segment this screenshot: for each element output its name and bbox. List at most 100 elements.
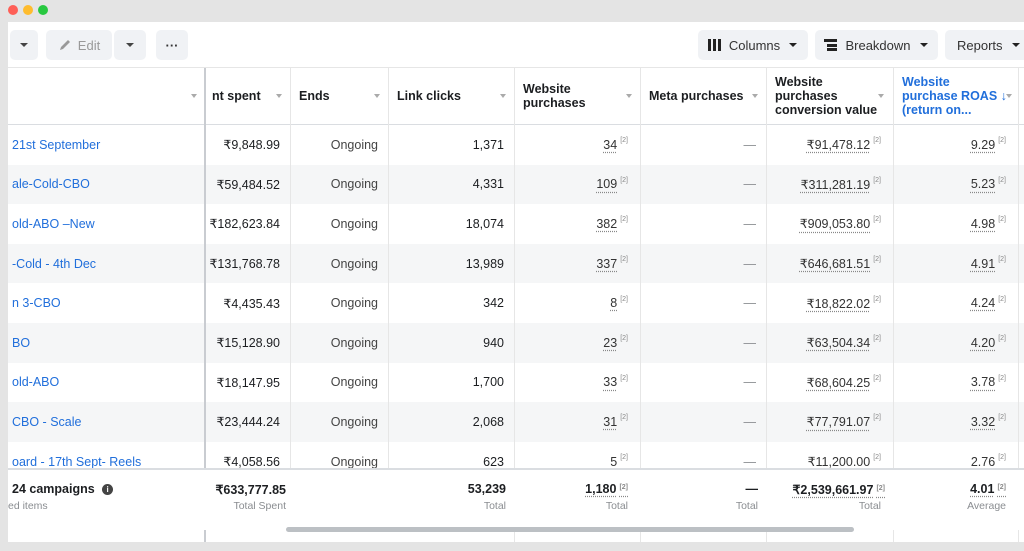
cell-value[interactable]: ₹909,053.80 [2]: [766, 204, 893, 244]
cell-purchases[interactable]: 337 [2]: [514, 244, 640, 284]
cell-purchases[interactable]: 8 [2]: [514, 283, 640, 323]
table-row[interactable]: 21st September ₹9,848.99 Ongoing 1,371 34 [2]…: [8, 125, 1024, 165]
sort-icon[interactable]: [878, 94, 884, 98]
cell-spent: ₹131,768.78: [206, 244, 290, 284]
cell-roas[interactable]: 4.91 [2]: [893, 244, 1018, 284]
sort-icon[interactable]: [500, 94, 506, 98]
totals-value-text: ₹2,539,661.97: [792, 483, 874, 497]
cell-value[interactable]: ₹646,681.51 [2]: [766, 244, 893, 284]
info-icon[interactable]: i: [102, 484, 114, 495]
totals-campaigns-text: 24 campaigns: [12, 482, 95, 496]
cell-clicks: 18,074: [388, 204, 514, 244]
attribution-marker: [2]: [620, 454, 628, 462]
sort-icon[interactable]: [626, 94, 632, 98]
header-website-purchases[interactable]: Website purchases: [515, 68, 640, 124]
cell-roas[interactable]: 4.24 [2]: [893, 283, 1018, 323]
header-conversion-value[interactable]: Website purchases conversion value: [767, 68, 893, 124]
cell-roas[interactable]: 3.78 [2]: [893, 363, 1018, 403]
cell-meta: —: [640, 125, 766, 165]
attribution-marker: [2]: [998, 216, 1006, 224]
dropdown-button[interactable]: [10, 30, 38, 60]
cell-purchases[interactable]: 23 [2]: [514, 323, 640, 363]
cell-name[interactable]: old-ABO –New: [8, 204, 204, 244]
cell-value-text: ₹909,053.80: [799, 217, 871, 232]
cell-roas-text: 4.24: [970, 296, 996, 311]
cell-meta: —: [640, 165, 766, 205]
header-conversion-value-line3: conversion value: [775, 103, 878, 117]
table-header: nt spent Ends Link clicks Website purcha…: [8, 68, 1024, 125]
cell-spent-text: ₹9,848.99: [223, 138, 280, 153]
table-row[interactable]: -Cold - 4th Dec ₹131,768.78 Ongoing 13,989 3…: [8, 243, 1024, 284]
totals-purchases-sublabel: Total: [605, 500, 628, 512]
cell-clicks-text: 623: [483, 454, 504, 469]
totals-purchases-value[interactable]: 1,180 [2]: [585, 482, 628, 496]
sort-icon[interactable]: [276, 94, 282, 98]
columns-button[interactable]: Columns: [698, 30, 808, 60]
more-options-button[interactable]: ···: [156, 30, 188, 60]
cell-purchases[interactable]: 31 [2]: [514, 402, 640, 442]
caret-down-icon: [789, 43, 798, 47]
header-meta-purchases[interactable]: Meta purchases: [641, 68, 766, 124]
cell-name[interactable]: old-ABO: [8, 363, 204, 403]
cell-spent: ₹18,147.95: [206, 363, 290, 403]
header-link-clicks[interactable]: Link clicks: [389, 68, 514, 124]
cell-name[interactable]: n 3-CBO: [8, 283, 204, 323]
minimize-window-button[interactable]: [23, 5, 33, 15]
table-row[interactable]: old-ABO –New ₹182,623.84 Ongoing 18,074 382[…: [8, 204, 1024, 244]
cell-purchases[interactable]: 34 [2]: [514, 125, 640, 165]
cell-name[interactable]: ale-Cold-CBO: [8, 165, 204, 205]
cell-ends: Ongoing: [290, 402, 388, 442]
cell-value[interactable]: ₹311,281.19 [2]: [766, 165, 893, 205]
cell-value[interactable]: ₹68,604.25 [2]: [766, 363, 893, 403]
attribution-marker: [2]: [876, 485, 885, 492]
cell-roas-text: 4.20: [970, 335, 996, 350]
totals-campaigns-cell: 24 campaigns i ed items: [8, 470, 204, 530]
table-row[interactable]: n 3-CBO ₹4,435.43 Ongoing 342 8 [2] — ₹18,822.0…: [8, 283, 1024, 323]
cell-meta-text: —: [743, 216, 757, 231]
attribution-marker: [2]: [620, 137, 628, 145]
edit-dropdown-button[interactable]: [114, 30, 146, 60]
cell-roas[interactable]: 4.20 [2]: [893, 323, 1018, 363]
chevron-down-icon: [20, 43, 28, 47]
cell-purchases[interactable]: 382 [2]: [514, 204, 640, 244]
table-row[interactable]: ale-Cold-CBO ₹59,484.52 Ongoing 4,331 109 [2]…: [8, 164, 1024, 205]
totals-roas-value[interactable]: 4.01 [2]: [970, 482, 1006, 496]
cell-spent-text: ₹182,623.84: [209, 217, 280, 232]
cell-roas[interactable]: 5.23 [2]: [893, 165, 1018, 205]
sort-icon[interactable]: [191, 94, 197, 98]
horizontal-scrollbar[interactable]: [286, 527, 854, 532]
close-window-button[interactable]: [8, 5, 18, 15]
totals-roas-sublabel: Average: [967, 500, 1006, 512]
totals-conversion-value[interactable]: ₹2,539,661.97 [2]: [792, 482, 885, 497]
totals-campaigns-label: 24 campaigns i: [12, 482, 114, 496]
cell-roas[interactable]: 3.32 [2]: [893, 402, 1018, 442]
cell-purchases[interactable]: 33 [2]: [514, 363, 640, 403]
sort-icon[interactable]: [374, 94, 380, 98]
cell-purchases[interactable]: 109 [2]: [514, 165, 640, 205]
reports-button[interactable]: Reports: [945, 30, 1024, 60]
cell-roas-text: 3.32: [970, 414, 996, 429]
cell-name[interactable]: CBO - Scale: [8, 402, 204, 442]
chevron-down-icon: [126, 43, 134, 47]
header-roas[interactable]: Website purchase ROAS ↓ (return on...: [894, 68, 1020, 124]
edit-button[interactable]: Edit: [46, 30, 112, 60]
table-row[interactable]: BO ₹15,128.90 Ongoing 940 23 [2] — ₹63,504.34 [2…: [8, 323, 1024, 363]
cell-ends: Ongoing: [290, 165, 388, 205]
cell-value[interactable]: ₹77,791.07 [2]: [766, 402, 893, 442]
table-row[interactable]: old-ABO ₹18,147.95 Ongoing 1,700 33 [2] — ₹68,6…: [8, 363, 1024, 403]
cell-name[interactable]: 21st September: [8, 125, 204, 165]
header-conversion-value-line2: purchases: [775, 89, 838, 103]
cell-name[interactable]: -Cold - 4th Dec: [8, 244, 204, 284]
cell-roas[interactable]: 4.98 [2]: [893, 204, 1018, 244]
sort-icon[interactable]: [1006, 94, 1012, 98]
cell-value[interactable]: ₹18,822.02 [2]: [766, 283, 893, 323]
cell-value[interactable]: ₹63,504.34 [2]: [766, 323, 893, 363]
breakdown-button[interactable]: Breakdown: [815, 30, 938, 60]
maximize-window-button[interactable]: [38, 5, 48, 15]
cell-spent-text: ₹4,058.56: [223, 455, 280, 470]
cell-value[interactable]: ₹91,478.12 [2]: [766, 125, 893, 165]
cell-roas[interactable]: 9.29 [2]: [893, 125, 1018, 165]
table-row[interactable]: CBO - Scale ₹23,444.24 Ongoing 2,068 31 [2] — ₹…: [8, 402, 1024, 442]
sort-icon[interactable]: [752, 94, 758, 98]
cell-name[interactable]: BO: [8, 323, 204, 363]
